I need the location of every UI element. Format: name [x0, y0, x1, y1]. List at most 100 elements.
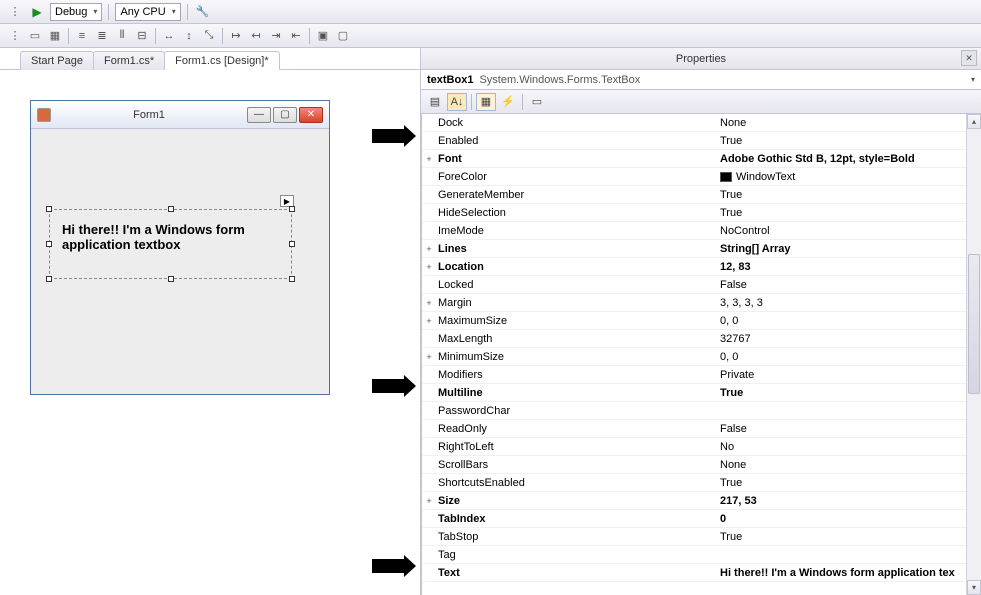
property-pages-icon[interactable]: ▭ — [527, 93, 547, 111]
property-row[interactable]: RightToLeftNo — [422, 438, 981, 456]
property-value[interactable]: True — [716, 189, 981, 201]
property-row[interactable]: ImeModeNoControl — [422, 222, 981, 240]
panel-close-icon[interactable]: ✕ — [961, 50, 977, 66]
sizing-icon[interactable]: ↔ — [160, 27, 178, 45]
property-row[interactable]: TextHi there!! I'm a Windows form applic… — [422, 564, 981, 582]
property-row[interactable]: TabIndex0 — [422, 510, 981, 528]
property-row[interactable]: MaxLength32767 — [422, 330, 981, 348]
form-window[interactable]: Form1 — ▢ ✕ ▶ Hi there!! I'm a Windows f… — [30, 100, 330, 395]
property-value[interactable]: Hi there!! I'm a Windows form applicatio… — [716, 567, 981, 579]
property-value[interactable]: False — [716, 279, 981, 291]
property-value[interactable]: 217, 53 — [716, 495, 981, 507]
align-icon[interactable]: ≣ — [93, 27, 111, 45]
order-icon[interactable]: ▣ — [314, 27, 332, 45]
property-row[interactable]: +FontAdobe Gothic Std B, 12pt, style=Bol… — [422, 150, 981, 168]
close-button[interactable]: ✕ — [299, 107, 323, 123]
property-value[interactable]: No — [716, 441, 981, 453]
expand-icon[interactable]: + — [422, 244, 436, 254]
grid-icon[interactable]: ▦ — [46, 27, 64, 45]
tab-start-page[interactable]: Start Page — [20, 51, 94, 70]
scroll-thumb[interactable] — [968, 254, 980, 394]
property-value[interactable]: 0 — [716, 513, 981, 525]
resize-handle[interactable] — [289, 241, 295, 247]
property-row[interactable]: ModifiersPrivate — [422, 366, 981, 384]
property-value[interactable]: True — [716, 207, 981, 219]
resize-handle[interactable] — [46, 276, 52, 282]
property-value[interactable]: False — [716, 423, 981, 435]
config-combo[interactable]: Debug▾ — [50, 3, 102, 21]
vertical-scrollbar[interactable]: ▴ ▾ — [966, 114, 981, 595]
align-left-icon[interactable]: ▭ — [26, 27, 44, 45]
align-icon[interactable]: ≡ — [73, 27, 91, 45]
resize-handle[interactable] — [168, 206, 174, 212]
minimize-button[interactable]: — — [247, 107, 271, 123]
resize-handle[interactable] — [46, 241, 52, 247]
property-value[interactable]: True — [716, 135, 981, 147]
property-value[interactable]: Adobe Gothic Std B, 12pt, style=Bold — [716, 153, 981, 165]
property-value[interactable]: String[] Array — [716, 243, 981, 255]
spacing-icon[interactable]: ↦ — [227, 27, 245, 45]
property-value[interactable]: 12, 83 — [716, 261, 981, 273]
categorized-icon[interactable]: ▤ — [425, 93, 445, 111]
property-row[interactable]: +MinimumSize0, 0 — [422, 348, 981, 366]
property-row[interactable]: ForeColorWindowText — [422, 168, 981, 186]
alphabetical-icon[interactable]: A↓ — [447, 93, 467, 111]
maximize-button[interactable]: ▢ — [273, 107, 297, 123]
form-body[interactable]: ▶ Hi there!! I'm a Windows form applicat… — [31, 129, 329, 394]
expand-icon[interactable]: + — [422, 154, 436, 164]
property-value[interactable]: 32767 — [716, 333, 981, 345]
property-value[interactable]: NoControl — [716, 225, 981, 237]
property-row[interactable]: +Size217, 53 — [422, 492, 981, 510]
expand-icon[interactable]: + — [422, 316, 436, 326]
scroll-down-icon[interactable]: ▾ — [967, 580, 981, 595]
property-row[interactable]: TabStopTrue — [422, 528, 981, 546]
property-value[interactable]: None — [716, 459, 981, 471]
expand-icon[interactable]: + — [422, 496, 436, 506]
object-selector[interactable]: textBox1 System.Windows.Forms.TextBox ▾ — [421, 70, 981, 90]
property-row[interactable]: +LinesString[] Array — [422, 240, 981, 258]
resize-handle[interactable] — [46, 206, 52, 212]
property-row[interactable]: +Margin3, 3, 3, 3 — [422, 294, 981, 312]
property-value[interactable]: True — [716, 387, 981, 399]
order-icon[interactable]: ▢ — [334, 27, 352, 45]
align-icon[interactable]: ⫴ — [113, 27, 131, 45]
property-value[interactable]: 3, 3, 3, 3 — [716, 297, 981, 309]
property-row[interactable]: LockedFalse — [422, 276, 981, 294]
resize-handle[interactable] — [289, 206, 295, 212]
property-row[interactable]: ShortcutsEnabledTrue — [422, 474, 981, 492]
form-designer[interactable]: Form1 — ▢ ✕ ▶ Hi there!! I'm a Windows f… — [0, 70, 420, 595]
property-row[interactable]: MultilineTrue — [422, 384, 981, 402]
property-grid[interactable]: DockNoneEnabledTrue+FontAdobe Gothic Std… — [422, 114, 981, 582]
property-value[interactable]: 0, 0 — [716, 351, 981, 363]
property-row[interactable]: PasswordChar — [422, 402, 981, 420]
property-row[interactable]: ReadOnlyFalse — [422, 420, 981, 438]
property-row[interactable]: DockNone — [422, 114, 981, 132]
expand-icon[interactable]: + — [422, 298, 436, 308]
property-value[interactable]: 0, 0 — [716, 315, 981, 327]
sizing-icon[interactable]: ⤡ — [200, 27, 218, 45]
property-row[interactable]: GenerateMemberTrue — [422, 186, 981, 204]
align-icon[interactable]: ⊟ — [133, 27, 151, 45]
spacing-icon[interactable]: ↤ — [247, 27, 265, 45]
property-value[interactable]: True — [716, 477, 981, 489]
property-row[interactable]: +MaximumSize0, 0 — [422, 312, 981, 330]
property-value[interactable]: WindowText — [716, 171, 981, 183]
property-row[interactable]: ScrollBarsNone — [422, 456, 981, 474]
expand-icon[interactable]: + — [422, 352, 436, 362]
tab-design[interactable]: Form1.cs [Design]* — [164, 51, 280, 70]
tab-code[interactable]: Form1.cs* — [93, 51, 165, 70]
run-icon[interactable]: ▶ — [28, 3, 46, 21]
property-row[interactable]: +Location12, 83 — [422, 258, 981, 276]
property-value[interactable]: True — [716, 531, 981, 543]
events-icon[interactable]: ⚡ — [498, 93, 518, 111]
spacing-icon[interactable]: ⇥ — [267, 27, 285, 45]
selected-textbox[interactable]: ▶ Hi there!! I'm a Windows form applicat… — [49, 209, 292, 279]
resize-handle[interactable] — [168, 276, 174, 282]
spacing-icon[interactable]: ⇤ — [287, 27, 305, 45]
chevron-down-icon[interactable]: ▾ — [971, 75, 975, 84]
property-row[interactable]: EnabledTrue — [422, 132, 981, 150]
toolbox-icon[interactable]: 🔧 — [194, 3, 212, 21]
resize-handle[interactable] — [289, 276, 295, 282]
property-row[interactable]: HideSelectionTrue — [422, 204, 981, 222]
sizing-icon[interactable]: ↕ — [180, 27, 198, 45]
